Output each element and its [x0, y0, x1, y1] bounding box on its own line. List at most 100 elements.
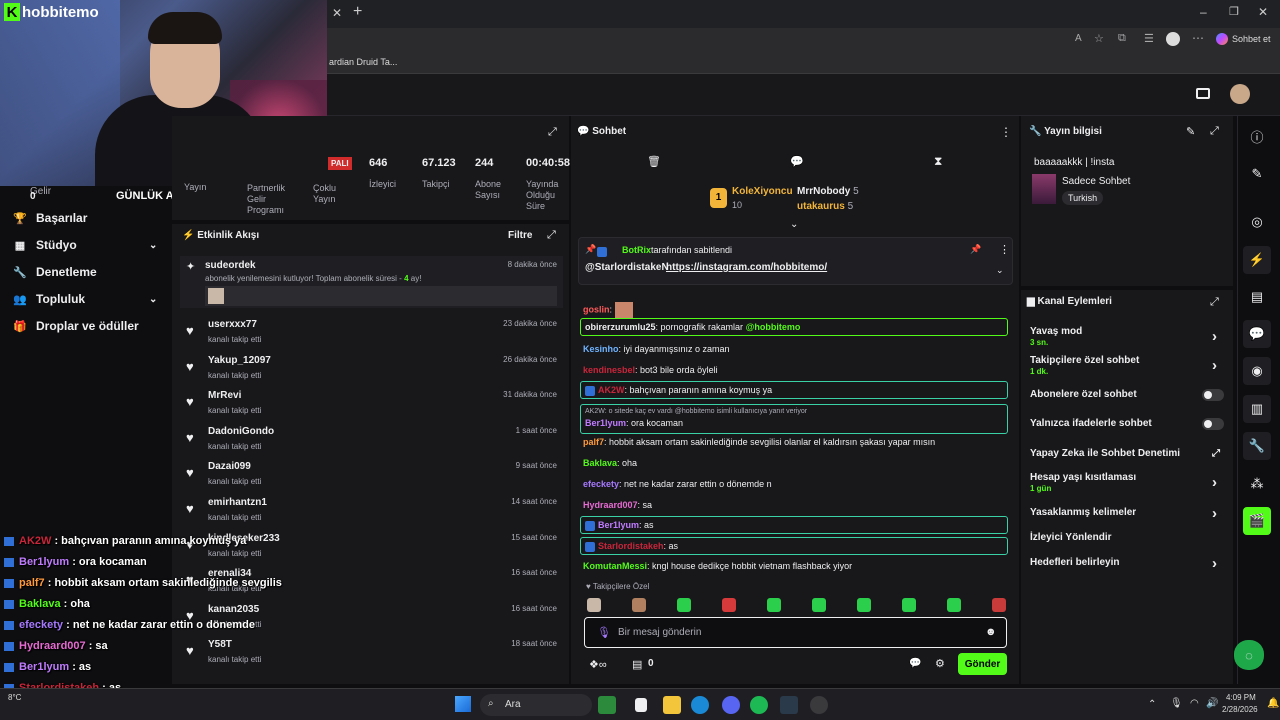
clock-date[interactable]: 2/28/2026	[1222, 705, 1258, 714]
action-item[interactable]: İzleyici Yönlendir	[1030, 532, 1230, 543]
emote-button[interactable]	[767, 598, 781, 612]
chat-username[interactable]: Baklava	[583, 458, 617, 468]
chat-input[interactable]: 🎙 Bir mesaj gönderin ☻	[584, 617, 1007, 648]
top-gifter-1[interactable]: KoleXiyoncu	[732, 186, 793, 197]
chat-menu-icon[interactable]: ⋮	[1000, 125, 1012, 139]
emoji-icon[interactable]: ☻	[985, 626, 997, 638]
info-popout-icon[interactable]: ⤢	[1210, 125, 1219, 138]
file-explorer-icon[interactable]	[663, 696, 681, 714]
chat-username[interactable]: Ber1lyum	[585, 418, 626, 428]
read-aloud-icon[interactable]: A	[1075, 33, 1082, 44]
emote-button[interactable]	[857, 598, 871, 612]
chat-options-icon[interactable]: 💬	[909, 658, 921, 669]
action-item[interactable]: Hedefleri belirleyin ›	[1030, 555, 1230, 572]
chat-username[interactable]: obirerzurumlu25	[585, 322, 656, 332]
category-name[interactable]: Sadece Sohbet	[1062, 176, 1130, 187]
favorites-icon[interactable]: ☰	[1144, 32, 1154, 45]
feed-item-name[interactable]: DadoniGondo	[208, 426, 274, 437]
emote-button[interactable]	[722, 598, 736, 612]
chat-username[interactable]: AK2W	[598, 385, 625, 395]
edge-icon[interactable]	[691, 696, 709, 714]
feed-item-name[interactable]: Y58T	[208, 639, 232, 650]
hourglass-icon[interactable]: ⧗	[934, 154, 942, 169]
spotify-icon[interactable]	[750, 696, 768, 714]
chevron-right-icon[interactable]: ›	[1212, 505, 1217, 522]
action-item[interactable]: Yavaş mod 3 sn. ›	[1030, 326, 1230, 347]
note-icon[interactable]: ▤	[1243, 283, 1271, 311]
category-thumbnail[interactable]	[1032, 174, 1056, 204]
windows-start-icon[interactable]	[455, 696, 471, 712]
info-icon[interactable]: ⓘ	[1243, 122, 1271, 150]
nav-item-3[interactable]: 👥 Topluluk ⌄	[13, 289, 174, 309]
feed-popout-icon[interactable]: ⤢	[547, 229, 556, 242]
bookmark-item[interactable]: ardian Druid Ta...	[329, 57, 397, 67]
obs-icon[interactable]	[810, 696, 828, 714]
favorite-star-icon[interactable]: ☆	[1094, 32, 1104, 45]
tray-chevron-icon[interactable]: ⌃	[1148, 699, 1156, 710]
nav-item-0[interactable]: 🏆 Başarılar	[13, 208, 174, 228]
emote-button[interactable]	[587, 598, 601, 612]
mic-icon[interactable]: 🎙	[597, 626, 611, 639]
feed-item-name[interactable]: kanan2035	[208, 604, 259, 615]
feed-item-name[interactable]: MrRevi	[208, 390, 241, 401]
chat-username[interactable]: KomutanMessi	[583, 561, 647, 571]
pinned-link[interactable]: https://instagram.com/hobbitemo/	[666, 262, 827, 273]
discord-icon[interactable]	[722, 696, 740, 714]
taskbar-search[interactable]: ⌕ Ara	[480, 694, 592, 716]
user-avatar[interactable]	[1230, 84, 1250, 104]
actions-popout-icon[interactable]: ⤢	[1210, 296, 1219, 309]
task-view-icon[interactable]	[635, 698, 647, 712]
emote-button[interactable]	[992, 598, 1006, 612]
chat-username[interactable]: Hydraard007	[583, 500, 638, 510]
notification-icon[interactable]: 🔔	[1267, 698, 1279, 709]
emote-button[interactable]	[632, 598, 646, 612]
message-icon[interactable]: 💬	[790, 155, 804, 168]
mic-tray-icon[interactable]: 🎙	[1170, 698, 1183, 709]
sohbet-et-button[interactable]: Sohbet et	[1232, 34, 1271, 44]
action-item[interactable]: Yalnızca ifadelerle sohbet	[1030, 418, 1230, 430]
action-item[interactable]: Takipçilere özel sohbet 1 dk. ›	[1030, 355, 1230, 376]
help-icon[interactable]: ◌	[1234, 640, 1264, 670]
chat-username[interactable]: Ber1lyum	[598, 520, 639, 530]
emote-button[interactable]	[902, 598, 916, 612]
pen-icon[interactable]: ✎	[1243, 160, 1271, 188]
chevron-down-icon[interactable]: ⌄	[149, 294, 157, 305]
emote-button[interactable]	[947, 598, 961, 612]
feed-item-name[interactable]: userxxx77	[208, 319, 257, 330]
top-gifter-2[interactable]: MrrNobody	[797, 186, 850, 197]
chat-username[interactable]: kendinesbel	[583, 365, 635, 375]
action-item[interactable]: Yasaklanmış kelimeler ›	[1030, 505, 1230, 522]
clock-time[interactable]: 4:09 PM	[1226, 693, 1256, 702]
chevron-right-icon[interactable]: ›	[1212, 474, 1217, 491]
expand-chevron-icon[interactable]: ⌄	[790, 219, 798, 230]
chat-username[interactable]: Starlordistakeh	[598, 541, 664, 551]
feed-item-name[interactable]: emirhantzn1	[208, 497, 267, 508]
chat-username[interactable]: Kesinho	[583, 344, 619, 354]
chevron-down-icon[interactable]: ⌄	[149, 240, 157, 251]
target-icon[interactable]: ◎	[1243, 208, 1271, 236]
feed-item-name[interactable]: Yakup_12097	[208, 355, 271, 366]
send-button[interactable]: Gönder	[958, 653, 1007, 675]
chat-mention[interactable]: @hobbitemo	[746, 322, 801, 332]
wifi-icon[interactable]: ◠	[1190, 698, 1199, 709]
trash-icon[interactable]: 🗑	[647, 155, 661, 168]
emote-button[interactable]	[677, 598, 691, 612]
feed-item-name[interactable]: Dazai099	[208, 461, 251, 472]
bits-icon[interactable]: ❖∞	[589, 658, 607, 671]
action-item[interactable]: Hesap yaşı kısıtlaması 1 gün ›	[1030, 472, 1230, 493]
nav-item-1[interactable]: ▦ Stüdyo ⌄	[14, 235, 174, 255]
chat-icon[interactable]: 💬	[1243, 320, 1271, 348]
chat-username[interactable]: efeckety	[583, 479, 619, 489]
app-icon[interactable]	[780, 696, 798, 714]
pinned-expand-icon[interactable]: ⌄	[996, 265, 1004, 276]
toggle-switch[interactable]	[1202, 418, 1224, 430]
extensions-icon[interactable]: ⧉	[1118, 32, 1126, 45]
film-icon[interactable]: 🎬	[1243, 507, 1271, 535]
action-item[interactable]: Yapay Zeka ile Sohbet Denetimi ⤢	[1030, 448, 1230, 459]
edit-icon[interactable]: ✎	[1186, 125, 1195, 138]
bolt-icon[interactable]: ⚡	[1243, 246, 1271, 274]
action-item[interactable]: Abonelere özel sohbet	[1030, 389, 1230, 401]
new-tab-icon[interactable]: +	[353, 3, 362, 21]
chevron-right-icon[interactable]: ›	[1212, 328, 1217, 345]
widget-icon[interactable]	[598, 696, 616, 714]
